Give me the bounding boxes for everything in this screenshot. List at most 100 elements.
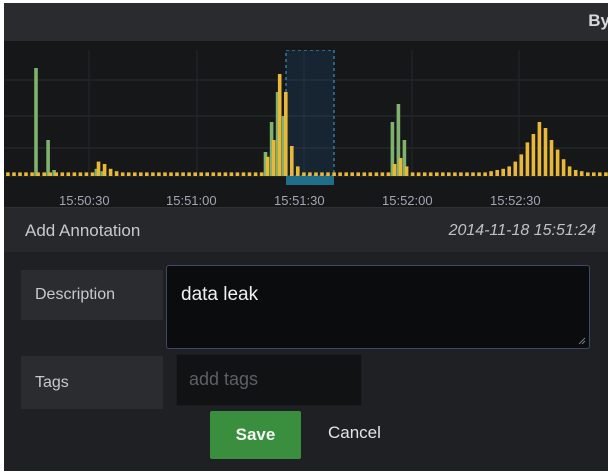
chart-bar — [114, 171, 119, 176]
chart-bar — [326, 172, 330, 176]
chart-bar — [598, 172, 602, 176]
chart-bar — [338, 172, 342, 176]
chart-bar — [34, 68, 38, 176]
chart-bar — [459, 172, 463, 176]
chart-bar — [157, 172, 161, 176]
chart-bar — [96, 161, 101, 176]
chart-bar — [36, 172, 40, 176]
chart-bar — [265, 156, 270, 176]
tags-input[interactable]: add tags — [176, 354, 362, 406]
chart-bar — [18, 172, 22, 176]
chart-bar — [495, 170, 499, 176]
chart-bar — [253, 172, 258, 176]
description-textarea[interactable]: data leak — [166, 265, 590, 349]
bar-chart[interactable] — [4, 50, 608, 215]
chart-bar — [465, 172, 469, 176]
chart-bar — [567, 166, 572, 176]
chart-bar — [380, 172, 385, 176]
chart-bar — [416, 172, 421, 176]
chart-bar — [543, 128, 548, 176]
chart-bar — [350, 172, 354, 176]
chart-bar — [410, 172, 415, 176]
x-tick-label: 15:52:30 — [490, 193, 541, 208]
x-tick-label: 15:51:30 — [274, 193, 325, 208]
chart-bar — [592, 172, 596, 176]
description-text: data leak — [181, 284, 259, 305]
chart-bar — [241, 172, 246, 176]
chart-bar — [211, 172, 216, 176]
chart-bar — [259, 172, 264, 176]
chart-bar — [314, 172, 318, 176]
annotation-timestamp: 2014-11-18 15:51:24 — [448, 222, 596, 239]
chart-bar — [549, 140, 554, 176]
chart-bar — [247, 172, 252, 176]
dashboard-frame: By 15:50:30 15:51:00 15:51:30 15:52:00 1… — [4, 3, 608, 471]
chart-bar — [537, 122, 542, 176]
chart-bar — [386, 172, 391, 176]
graph-panel[interactable]: 15:50:30 15:51:00 15:51:30 15:52:00 15:5… — [4, 50, 608, 215]
chart-bar — [120, 172, 125, 176]
chart-bar — [145, 172, 149, 176]
chart-bar — [217, 172, 222, 176]
tags-label: Tags — [21, 356, 163, 409]
chart-bar — [84, 172, 89, 176]
dashboard-topbar: By — [4, 3, 608, 41]
chart-bar — [235, 172, 240, 176]
chart-bar — [139, 172, 143, 176]
topbar-partial-text: By — [588, 11, 608, 30]
chart-bar — [422, 172, 427, 176]
chart-bar — [205, 172, 209, 176]
save-button[interactable]: Save — [210, 411, 301, 459]
chart-bar — [531, 134, 536, 176]
chart-bar — [344, 172, 348, 176]
chart-bar — [302, 172, 306, 176]
chart-bar — [30, 172, 34, 176]
chart-bar — [290, 146, 294, 176]
chart-bar — [199, 172, 203, 176]
resize-grip-icon[interactable] — [578, 337, 586, 345]
annotation-title: Add Annotation — [25, 221, 141, 240]
chart-bar — [72, 172, 77, 176]
chart-bar — [42, 172, 46, 176]
selection-handle[interactable] — [286, 176, 334, 185]
chart-bar — [126, 172, 131, 176]
chart-bar — [54, 172, 58, 176]
chart-bar — [441, 172, 445, 176]
chart-bar — [296, 166, 300, 176]
chart-bar — [277, 74, 282, 176]
chart-bar — [356, 172, 360, 176]
chart-bar — [561, 159, 566, 176]
chart-bar — [428, 172, 433, 176]
chart-bar — [525, 142, 530, 176]
cancel-button[interactable]: Cancel — [328, 423, 381, 443]
chart-bar — [332, 172, 336, 176]
chart-bar — [133, 172, 137, 176]
chart-bar — [404, 166, 409, 176]
chart-bar — [368, 172, 373, 176]
chart-bar — [501, 168, 505, 176]
chart-bar — [271, 140, 276, 176]
chart-bar — [223, 172, 228, 176]
chart-bar — [320, 172, 324, 176]
x-tick-label: 15:51:00 — [166, 193, 217, 208]
chart-bar — [308, 172, 312, 176]
chart-bar — [477, 172, 481, 176]
annotation-header: Add Annotation 2014-11-18 15:51:24 — [4, 208, 608, 252]
chart-bar — [392, 164, 397, 176]
chart-bar — [579, 171, 584, 176]
chart-bar — [435, 172, 439, 176]
chart-bar — [586, 172, 590, 176]
chart-bar — [187, 172, 191, 176]
chart-bar — [60, 172, 65, 176]
chart-bar — [66, 172, 71, 176]
description-label: Description — [21, 270, 163, 320]
chart-bar — [507, 166, 511, 176]
x-tick-label: 15:50:30 — [59, 193, 110, 208]
chart-bar — [46, 140, 50, 176]
chart-bar — [374, 172, 379, 176]
x-tick-label: 15:52:00 — [382, 193, 433, 208]
chart-bar — [90, 172, 95, 176]
chart-bar — [398, 158, 403, 176]
chart-bar — [108, 168, 113, 176]
chart-bar — [483, 172, 487, 176]
